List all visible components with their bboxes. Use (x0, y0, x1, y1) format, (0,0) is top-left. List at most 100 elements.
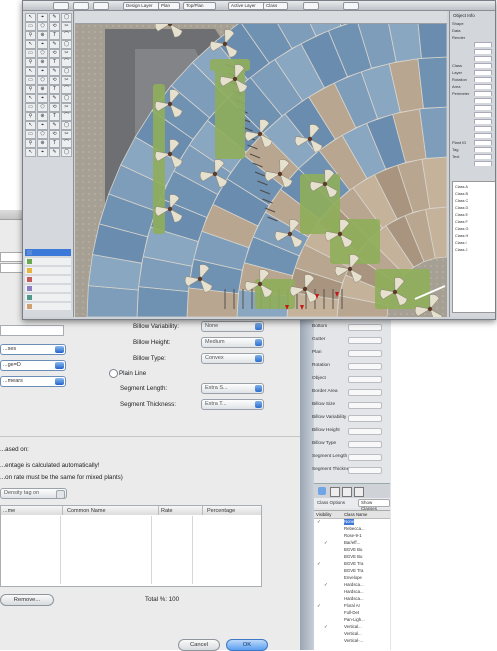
tool-icon[interactable]: ⌖ (37, 67, 48, 76)
resource-list-item[interactable] (25, 267, 71, 274)
class-options-label[interactable]: Class Options (317, 498, 345, 508)
object-info-row-field[interactable] (348, 363, 382, 370)
view-bar-button[interactable] (343, 2, 359, 10)
tool-icon[interactable]: ⚲ (25, 31, 36, 40)
tool-icon[interactable]: ⚲ (25, 112, 36, 121)
tool-icon[interactable]: ⌒ (61, 58, 72, 67)
drawing-canvas[interactable] (75, 24, 447, 317)
object-info-row-field[interactable] (348, 428, 382, 435)
palette-field[interactable] (474, 70, 492, 75)
view-bar-button[interactable] (303, 2, 319, 10)
col-header-common-name[interactable]: Common Name (62, 506, 159, 515)
palette-class-item[interactable]: Class E (455, 213, 468, 217)
billow-variability-select[interactable]: None (201, 321, 264, 332)
tool-icon[interactable]: ⌖ (37, 94, 48, 103)
palette-class-item[interactable]: Class F (455, 220, 468, 224)
density-select[interactable]: Density tag on (0, 488, 67, 499)
tool-icon[interactable]: ↖ (25, 94, 36, 103)
tool-icon[interactable]: ⟲ (49, 103, 60, 112)
tool-icon[interactable]: ⌖ (37, 121, 48, 130)
left-select-2[interactable]: ...ge=D (0, 360, 66, 371)
class-list-item[interactable]: Vertical-... (314, 638, 384, 644)
dialog-top-field[interactable] (0, 252, 24, 262)
col-header-percentage[interactable]: Percentage (203, 506, 262, 515)
class-list-item[interactable]: BGVE Tra (314, 568, 384, 574)
tool-icon[interactable]: ⟲ (49, 76, 60, 85)
object-info-row-field[interactable] (348, 402, 382, 409)
remove-button[interactable]: Remove... (0, 594, 54, 606)
tool-icon[interactable]: ◯ (61, 121, 72, 130)
tool-icon[interactable]: ⬠ (37, 103, 48, 112)
view-bar-button[interactable] (73, 2, 89, 10)
class-icon[interactable] (330, 487, 340, 497)
object-info-row-field[interactable] (348, 324, 382, 331)
object-info-row-field[interactable] (348, 467, 382, 474)
col-header-rate[interactable]: Rate (158, 506, 203, 515)
palette-field[interactable] (474, 84, 492, 89)
show-classes-select[interactable]: Show Classes (358, 499, 390, 511)
class-list-item[interactable]: BGVE Bu (314, 554, 384, 560)
tool-icon[interactable]: T (49, 31, 60, 40)
tool-icon[interactable]: ⬠ (37, 130, 48, 139)
object-info-row-field[interactable] (348, 350, 382, 357)
palette-class-item[interactable]: Class I (455, 241, 467, 245)
resource-list-item[interactable] (25, 276, 71, 283)
segment-length-select[interactable]: Extra S... (201, 383, 264, 394)
tool-icon[interactable]: ⊕ (37, 112, 48, 121)
palette-field[interactable] (474, 119, 492, 124)
tool-icon[interactable]: ⊕ (37, 31, 48, 40)
class-list-item[interactable]: Hardsca... (314, 589, 384, 595)
tool-icon[interactable]: ✎ (49, 148, 60, 157)
palette-field[interactable] (474, 105, 492, 110)
tool-icon[interactable]: ⌖ (37, 40, 48, 49)
tool-icon[interactable]: ✎ (49, 40, 60, 49)
palette-field[interactable] (474, 154, 492, 159)
tool-icon[interactable]: ✂ (61, 130, 72, 139)
tool-icon[interactable]: ✎ (49, 13, 60, 22)
tool-icon[interactable]: ✂ (61, 76, 72, 85)
palette-field[interactable] (474, 42, 492, 47)
palette-field[interactable] (474, 126, 492, 131)
visibility-check-icon[interactable]: ✓ (324, 540, 328, 546)
object-info-row-field[interactable] (348, 441, 382, 448)
resource-list-item[interactable] (25, 294, 71, 301)
tool-icon[interactable]: ⌖ (37, 13, 48, 22)
class-list-item[interactable]: ✓ Vertical... (314, 624, 384, 630)
tool-icon[interactable]: T (49, 85, 60, 94)
tool-icon[interactable]: ✎ (49, 121, 60, 130)
tool-icon[interactable]: T (49, 139, 60, 148)
tool-icon[interactable]: ⌒ (61, 85, 72, 94)
object-info-row-field[interactable] (348, 337, 382, 344)
class-list-item[interactable]: ✓ Bar/eff... (314, 540, 384, 546)
palette-class-item[interactable]: Class J (455, 248, 467, 252)
tool-icon[interactable]: ✂ (61, 103, 72, 112)
tool-icon[interactable]: ◯ (61, 40, 72, 49)
left-select-1[interactable]: ...ses (0, 344, 66, 355)
palette-field[interactable] (474, 98, 492, 103)
class-list-item[interactable]: Vertical... (314, 631, 384, 637)
palette-field[interactable] (474, 77, 492, 82)
view-bar-button[interactable]: Class (263, 2, 288, 10)
object-info-row-field[interactable] (348, 415, 382, 422)
tool-icon[interactable]: ◯ (61, 148, 72, 157)
left-select-3[interactable]: ...mears (0, 376, 66, 387)
tool-icon[interactable]: ⊕ (37, 58, 48, 67)
palette-class-item[interactable]: Class H (455, 234, 468, 238)
palette-class-item[interactable]: Class G (455, 227, 469, 231)
class-list-item[interactable]: Full-Det (314, 610, 384, 616)
class-list-item[interactable]: ✓ Floral Ar (314, 603, 384, 609)
object-info-row-field[interactable] (348, 389, 382, 396)
tool-icon[interactable]: ◯ (61, 94, 72, 103)
col-header-name[interactable]: ...me (1, 506, 63, 515)
tool-icon[interactable]: ⌖ (37, 148, 48, 157)
palette-field[interactable] (474, 91, 492, 96)
palette-field[interactable] (474, 112, 492, 117)
tool-icon[interactable]: T (49, 112, 60, 121)
view-bar-button[interactable]: Plan (158, 2, 181, 10)
class-list-item[interactable]: Rose-9-1 (314, 533, 384, 539)
visibility-column-header[interactable]: Visibility (316, 511, 331, 518)
class-list-item[interactable]: ✓ BGVE Tra (314, 561, 384, 567)
tool-icon[interactable]: ↖ (25, 67, 36, 76)
visibility-check-icon[interactable]: ✓ (317, 519, 321, 525)
grid-icon[interactable] (354, 487, 364, 497)
